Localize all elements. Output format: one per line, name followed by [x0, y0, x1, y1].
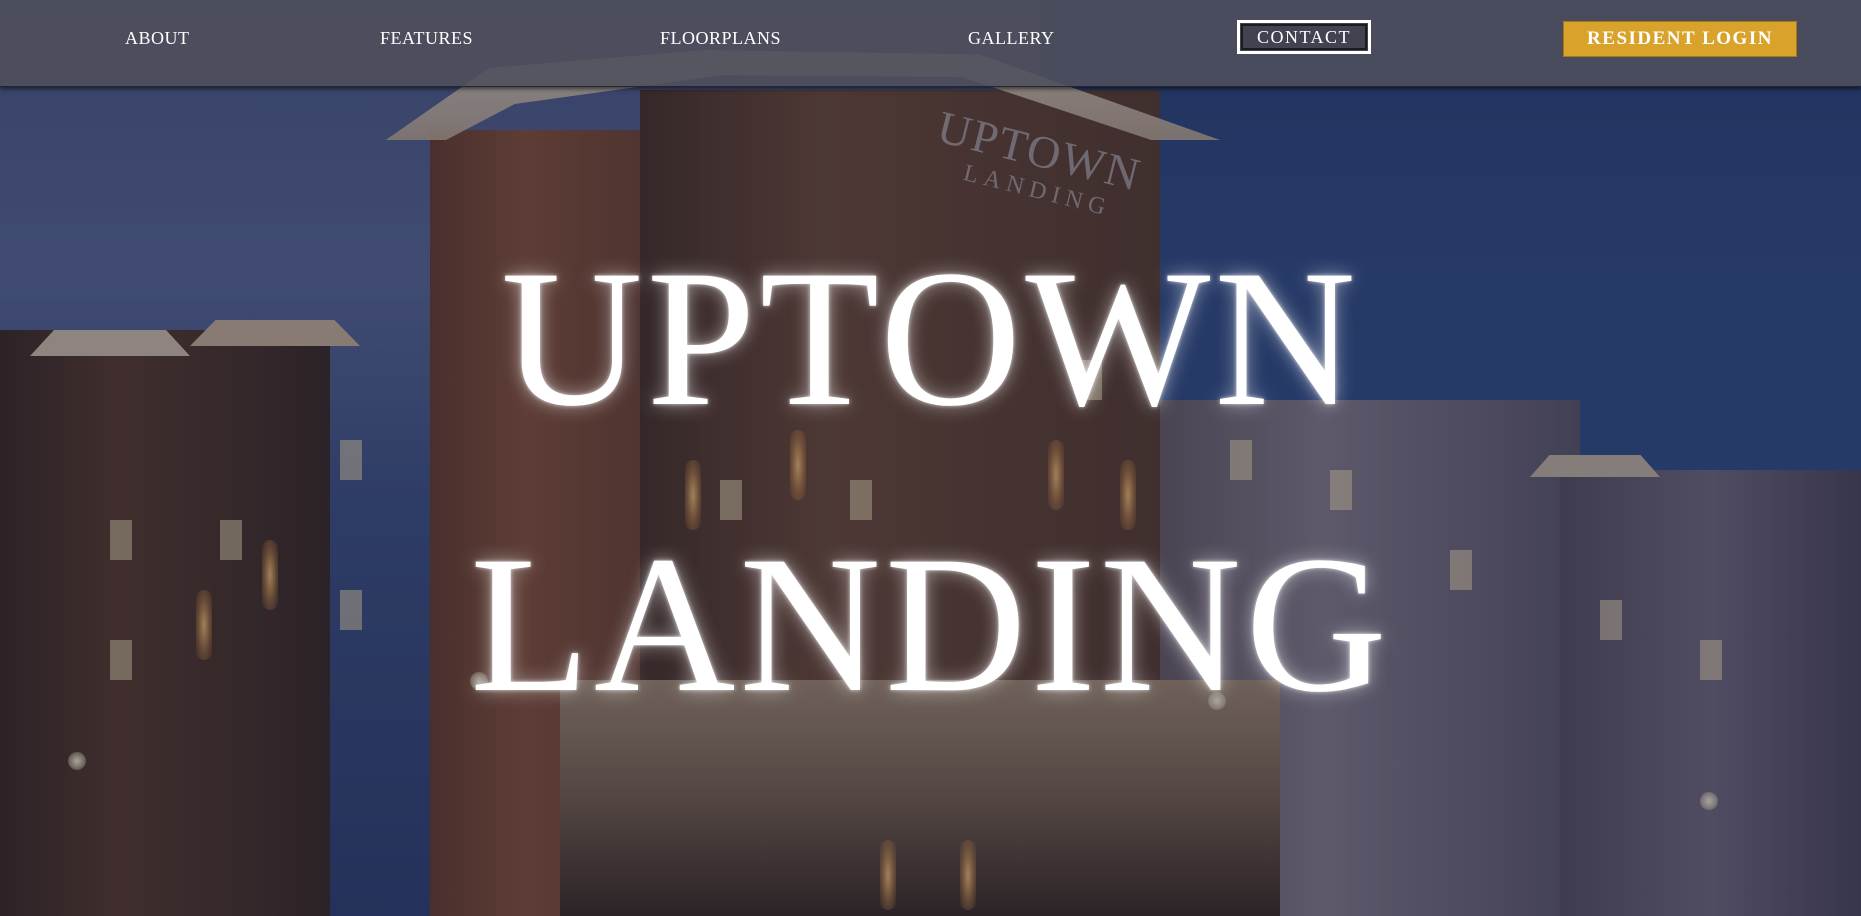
page: UPTOWN LANDING ABOUT FEATURES FLOORPLANS…	[0, 0, 1861, 916]
nav-gallery-link[interactable]: GALLERY	[968, 28, 1055, 49]
nav-about-link[interactable]: ABOUT	[125, 28, 190, 49]
nav-contact-button[interactable]: CONTACT	[1237, 20, 1371, 54]
hero-title-line2: LANDING	[470, 516, 1391, 733]
navbar: ABOUT FEATURES FLOORPLANS GALLERY CONTAC…	[0, 0, 1861, 87]
nav-features-link[interactable]: FEATURES	[380, 28, 473, 49]
hero-title: UPTOWN LANDING	[0, 196, 1861, 768]
hero-title-line1: UPTOWN	[501, 230, 1360, 447]
nav-floorplans-link[interactable]: FLOORPLANS	[660, 28, 781, 49]
resident-login-button[interactable]: RESIDENT LOGIN	[1563, 21, 1797, 57]
